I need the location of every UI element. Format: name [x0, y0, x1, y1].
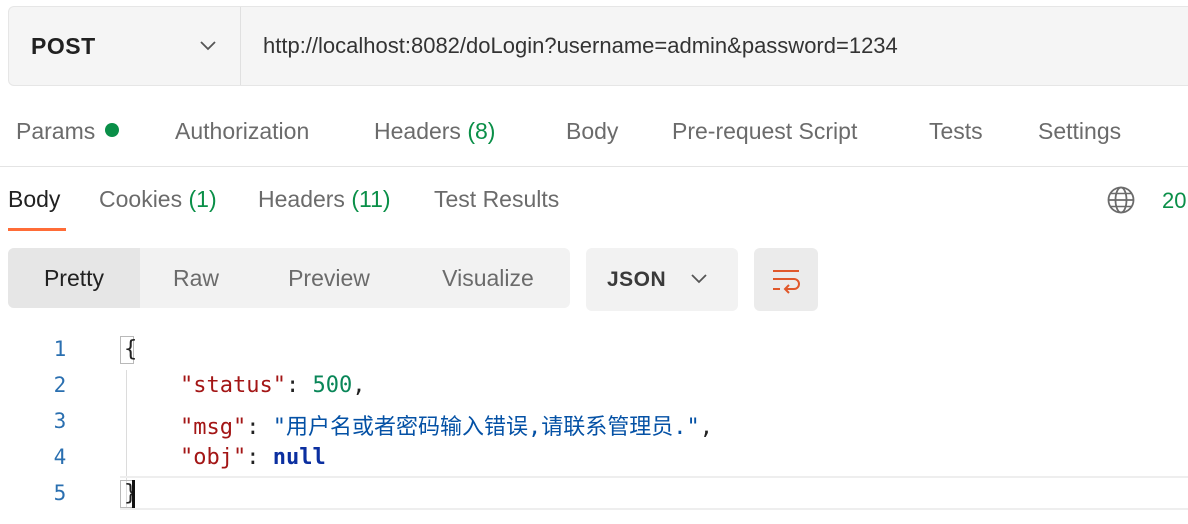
tab-label: Authorization — [175, 118, 310, 144]
json-key: "msg" — [180, 415, 247, 440]
format-preview-button[interactable]: Preview — [252, 248, 406, 308]
cookies-count: (1) — [188, 186, 217, 212]
url-input[interactable]: http://localhost:8082/doLogin?username=a… — [241, 7, 1188, 85]
json-null-value: null — [272, 445, 326, 470]
headers-count: (8) — [467, 118, 496, 144]
line-number: 1 — [53, 337, 67, 361]
text-caret — [132, 480, 135, 508]
format-pretty-button[interactable]: Pretty — [8, 248, 140, 308]
close-brace: } — [124, 481, 138, 506]
json-string-value: "用户名或者密码输入错误,请联系管理员." — [272, 415, 700, 440]
url-text: http://localhost:8082/doLogin?username=a… — [263, 33, 898, 58]
response-tab-test-results[interactable]: Test Results — [434, 186, 559, 213]
tab-label: Pre-request Script — [672, 118, 858, 144]
request-bar: POST http://localhost:8082/doLogin?usern… — [8, 6, 1188, 86]
response-body-editor[interactable]: 1 2 3 4 5 { "status": 500, "msg": "用户名或者… — [0, 330, 1188, 524]
code-line-2: "status": 500, — [180, 373, 365, 398]
line-number: 5 — [53, 481, 67, 505]
json-number-value: 500 — [312, 373, 353, 398]
wrap-lines-icon — [773, 269, 800, 294]
code-line-4: "obj": null — [180, 445, 326, 470]
tab-headers[interactable]: Headers (8) — [374, 118, 495, 145]
response-headers-count: (11) — [351, 186, 391, 212]
line-number: 3 — [53, 409, 67, 433]
json-key: "status" — [180, 373, 286, 398]
tab-pre-request-script[interactable]: Pre-request Script — [672, 118, 857, 145]
globe-icon[interactable] — [1106, 185, 1136, 215]
tab-label: Headers — [258, 186, 345, 212]
language-select[interactable]: JSON — [586, 248, 738, 311]
code-line-5: } — [124, 481, 137, 506]
code-line-3: "msg": "用户名或者密码输入错误,请联系管理员.", — [180, 409, 713, 441]
method-select[interactable]: POST — [9, 7, 241, 85]
tab-label: Tests — [929, 118, 983, 144]
tab-label: Cookies — [99, 186, 183, 212]
tab-label: Headers — [374, 118, 461, 144]
response-tab-body[interactable]: Body — [8, 186, 60, 213]
chevron-down-icon — [691, 274, 707, 284]
params-indicator-dot — [105, 123, 120, 137]
format-mode-group: Pretty Raw Preview Visualize — [8, 248, 570, 308]
wrap-lines-button[interactable] — [754, 248, 818, 311]
current-line-highlight — [120, 476, 1188, 510]
tab-authorization[interactable]: Authorization — [175, 118, 309, 145]
method-label: POST — [31, 32, 96, 59]
json-colon: : — [285, 373, 313, 398]
open-brace: { — [124, 337, 138, 362]
json-colon: : — [246, 445, 273, 470]
format-visualize-button[interactable]: Visualize — [406, 248, 570, 308]
response-status-code: 20 — [1162, 188, 1187, 213]
tab-label: Settings — [1038, 118, 1122, 144]
chevron-down-icon — [200, 41, 216, 51]
code-line-1: { — [124, 337, 137, 362]
tab-tests[interactable]: Tests — [929, 118, 983, 145]
response-tabs: Body Cookies (1) Headers (11) Test Resul… — [0, 176, 1188, 236]
tab-label: Params — [16, 118, 96, 144]
line-number: 4 — [53, 445, 67, 469]
active-tab-underline — [8, 228, 66, 231]
json-key: "obj" — [180, 445, 247, 470]
json-colon: : — [246, 415, 273, 440]
line-number: 2 — [53, 373, 67, 397]
json-comma: , — [352, 373, 366, 398]
response-tab-headers[interactable]: Headers (11) — [258, 186, 391, 213]
tab-label: Body — [8, 186, 61, 212]
format-raw-button[interactable]: Raw — [140, 248, 252, 308]
request-tabs: Params Authorization Headers (8) Body Pr… — [0, 110, 1188, 160]
tab-settings[interactable]: Settings — [1038, 118, 1121, 145]
json-comma: , — [699, 415, 713, 440]
postman-window: POST http://localhost:8082/doLogin?usern… — [0, 0, 1188, 524]
tab-label: Test Results — [434, 186, 560, 212]
tab-body[interactable]: Body — [566, 118, 618, 145]
language-label: JSON — [607, 267, 667, 291]
response-tab-cookies[interactable]: Cookies (1) — [99, 186, 217, 213]
tab-label: Body — [566, 118, 619, 144]
section-divider — [0, 166, 1188, 167]
tab-params[interactable]: Params — [16, 118, 120, 145]
